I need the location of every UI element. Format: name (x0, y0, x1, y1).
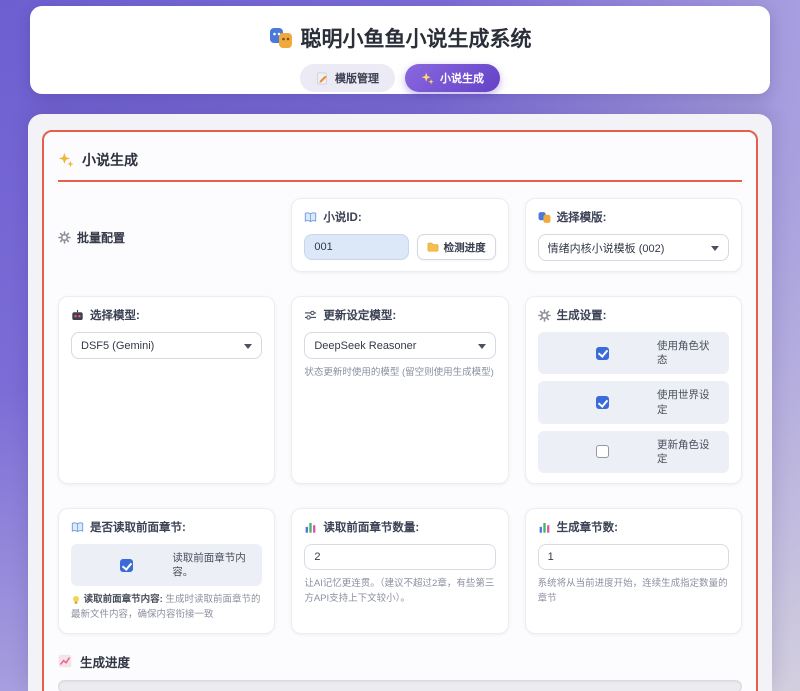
read-count-label: 读取前面章节数量: (304, 519, 495, 535)
update-character-setting-checkbox[interactable] (596, 445, 609, 458)
settings-model-selected-value: DeepSeek Reasoner (314, 340, 416, 352)
option-label: 读取前面章节内容。 (172, 551, 252, 579)
option-use-character-state: 使用角色状态 (538, 332, 729, 374)
model-label: 选择模型: (71, 307, 262, 323)
tab-label: 小说生成 (440, 70, 484, 86)
use-character-state-checkbox[interactable] (596, 347, 609, 360)
model-select[interactable]: DSF5 (Gemini) (71, 332, 262, 359)
read-previous-card: 是否读取前面章节: 读取前面章节内容。 读取前面章节内容: 生成时读取前面章节的… (58, 508, 275, 634)
settings-model-card: 更新设定模型: DeepSeek Reasoner 状态更新时使用的模型 (留空… (291, 296, 508, 484)
section-title: 小说生成 (58, 146, 742, 182)
batch-config-heading: 批量配置 (58, 198, 275, 272)
read-previous-label: 是否读取前面章节: (71, 519, 262, 535)
bar-chart-icon (538, 521, 551, 534)
use-world-setting-checkbox[interactable] (596, 396, 609, 409)
chapter-count-label: 生成章节数: (538, 519, 729, 535)
novel-generation-panel: 小说生成 批量配置 (42, 130, 758, 691)
tab-novel-generation[interactable]: 小说生成 (405, 64, 500, 92)
tab-label: 模版管理 (335, 70, 379, 86)
novel-id-card: 小说ID: 检测进度 (291, 198, 508, 272)
template-label-text: 选择模版: (557, 209, 607, 225)
read-previous-hint-strong: 读取前面章节内容: (84, 594, 163, 605)
settings-model-label-text: 更新设定模型: (323, 307, 396, 323)
bar-chart-icon (304, 521, 317, 534)
batch-config-label: 批量配置 (77, 229, 125, 246)
settings-model-label: 更新设定模型: (304, 307, 495, 323)
generation-progress-bar (58, 680, 742, 691)
check-progress-button[interactable]: 检测进度 (417, 234, 496, 260)
sparkles-icon (58, 152, 74, 168)
sparkles-icon (421, 72, 434, 85)
memo-icon (316, 72, 329, 85)
chart-up-icon (58, 654, 72, 668)
novel-id-label: 小说ID: (304, 209, 495, 225)
read-count-input[interactable] (304, 544, 495, 570)
page-title: 聪明小鱼鱼小说生成系统 (269, 23, 532, 53)
app-title-text: 聪明小鱼鱼小说生成系统 (301, 23, 532, 53)
gear-icon (538, 309, 551, 322)
model-card: 选择模型: DSF5 (Gemini) (58, 296, 275, 484)
option-read-previous: 读取前面章节内容。 (71, 544, 262, 586)
chapter-count-input[interactable] (538, 544, 729, 570)
novel-id-input[interactable] (304, 234, 408, 260)
read-count-label-text: 读取前面章节数量: (323, 519, 419, 535)
theater-masks-icon (269, 26, 293, 50)
check-progress-label: 检测进度 (444, 240, 486, 255)
gear-icon (58, 231, 71, 244)
book-icon (304, 211, 317, 224)
main-content: 小说生成 批量配置 (28, 114, 772, 691)
model-label-text: 选择模型: (90, 307, 140, 323)
read-previous-checkbox[interactable] (120, 559, 133, 572)
config-grid: 批量配置 小说ID: 检测进度 (58, 198, 742, 634)
read-count-card: 读取前面章节数量: 让AI记忆更连贯。（建议不超过2章，有些第三方API支持上下… (291, 508, 508, 634)
theater-masks-icon (538, 211, 551, 224)
chapter-count-card: 生成章节数: 系统将从当前进度开始，连续生成指定数量的章节 (525, 508, 742, 634)
tab-bar: 模版管理 小说生成 (30, 64, 770, 92)
option-label: 使用角色状态 (657, 339, 719, 367)
folder-icon (427, 241, 439, 253)
generation-settings-label: 生成设置: (538, 307, 729, 323)
template-select[interactable]: 情绪内核小说模板 (002) (538, 234, 729, 261)
bulb-icon (71, 595, 81, 605)
generation-settings-label-text: 生成设置: (557, 307, 607, 323)
option-label: 更新角色设定 (657, 438, 719, 466)
option-label: 使用世界设定 (657, 388, 719, 416)
app-header: 聪明小鱼鱼小说生成系统 模版管理 小说生成 (30, 6, 770, 94)
read-previous-label-text: 是否读取前面章节: (90, 519, 186, 535)
chapter-count-label-text: 生成章节数: (557, 519, 618, 535)
progress-section-title: 生成进度 (58, 652, 742, 671)
template-card: 选择模版: 情绪内核小说模板 (002) (525, 198, 742, 272)
generation-settings-card: 生成设置: 使用角色状态 使用世界设定 更新角色设定 (525, 296, 742, 484)
option-update-character-setting: 更新角色设定 (538, 431, 729, 473)
sliders-icon (304, 309, 317, 322)
option-use-world-setting: 使用世界设定 (538, 381, 729, 423)
novel-id-label-text: 小说ID: (323, 209, 361, 225)
chapter-count-hint: 系统将从当前进度开始，连续生成指定数量的章节 (538, 577, 729, 606)
robot-icon (71, 309, 84, 322)
book-icon (71, 521, 84, 534)
progress-title-text: 生成进度 (80, 652, 130, 671)
model-selected-value: DSF5 (Gemini) (81, 340, 154, 352)
section-title-text: 小说生成 (82, 150, 138, 170)
template-selected-value: 情绪内核小说模板 (002) (548, 240, 665, 256)
read-previous-hint: 读取前面章节内容: 生成时读取前面章节的最新文件内容，确保内容衔接一致 (71, 593, 262, 622)
tab-template-management[interactable]: 模版管理 (300, 64, 395, 92)
template-label: 选择模版: (538, 209, 729, 225)
settings-model-select[interactable]: DeepSeek Reasoner (304, 332, 495, 359)
settings-model-hint: 状态更新时使用的模型 (留空则使用生成模型) (304, 366, 495, 381)
read-count-hint: 让AI记忆更连贯。（建议不超过2章，有些第三方API支持上下文较小）。 (304, 577, 495, 606)
